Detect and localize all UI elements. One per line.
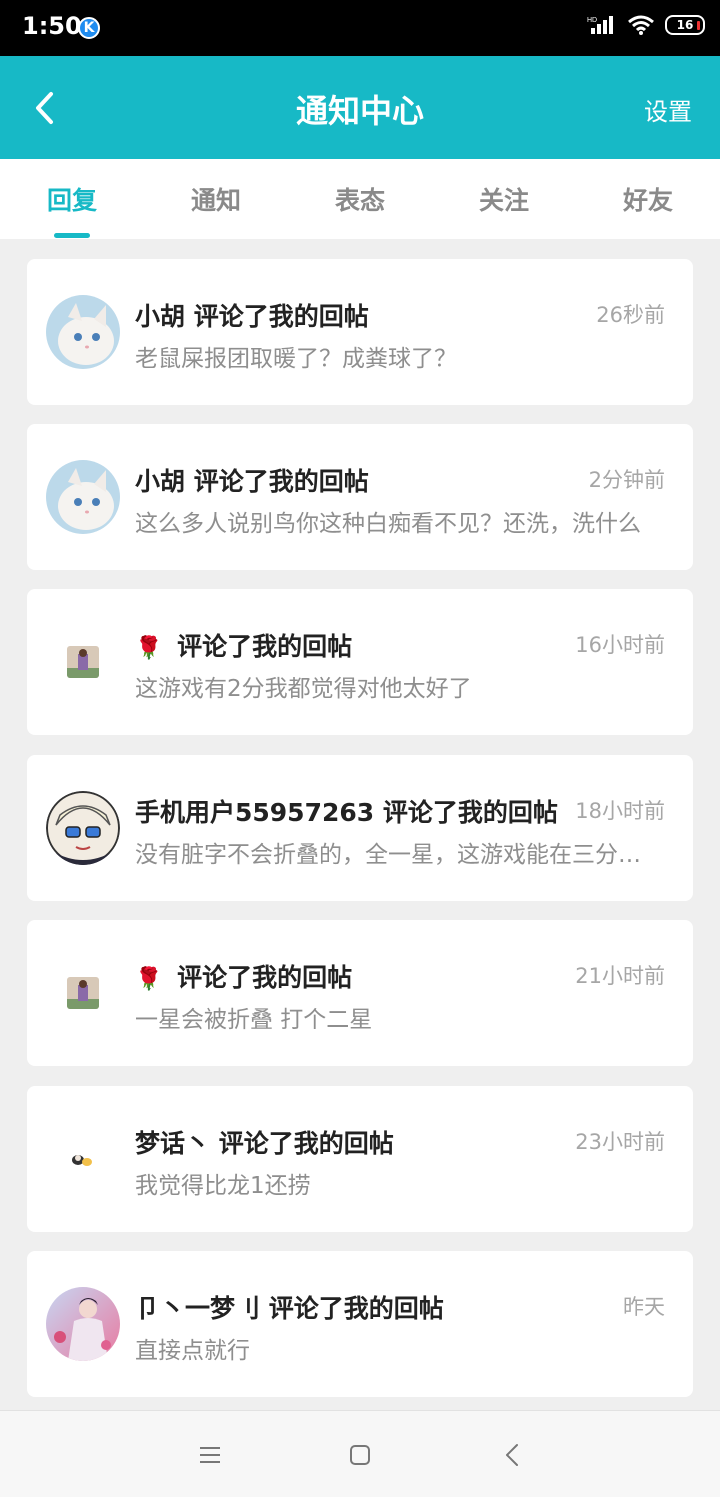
notification-time: 26秒前 (596, 303, 665, 327)
tab-friends[interactable]: 好友 (576, 181, 720, 217)
notification-card[interactable]: 🌹 评论了我的回帖 16小时前 这游戏有2分我都觉得对他太好了 (27, 589, 693, 735)
notification-time: 21小时前 (575, 964, 665, 988)
notification-action: 评论了我的回帖 (268, 1294, 444, 1323)
notification-headline: 🌹 评论了我的回帖 (135, 627, 352, 663)
settings-button[interactable]: 设置 (644, 92, 692, 127)
notification-headline: 梦话丶 评论了我的回帖 (135, 1124, 394, 1160)
home-square-icon (350, 1445, 370, 1465)
comment-preview: 我觉得比龙1还捞 (135, 1173, 311, 1199)
notification-action: 评论了我的回帖 (382, 798, 558, 827)
notification-card[interactable]: 小胡 评论了我的回帖 2分钟前 这么多人说别鸟你这种白痴看不见？还洗，洗什么 (27, 424, 693, 570)
notification-action: 评论了我的回帖 (177, 632, 353, 661)
wifi-icon (628, 15, 654, 35)
comment-preview: 这么多人说别鸟你这种白痴看不见？还洗，洗什么 (135, 511, 641, 537)
notification-headline: 🌹 评论了我的回帖 (135, 958, 352, 994)
page-title: 通知中心 (295, 92, 424, 130)
notification-action: 评论了我的回帖 (193, 302, 369, 331)
username[interactable]: 小胡 (135, 302, 185, 331)
app-notification-icon: K (78, 17, 100, 39)
menu-icon (200, 1447, 220, 1463)
notification-card[interactable]: 小胡 评论了我的回帖 26秒前 老鼠屎报团取暖了？成粪球了？ (27, 259, 693, 405)
username[interactable]: 🌹 (135, 636, 162, 661)
tab-reactions[interactable]: 表态 (288, 181, 432, 217)
avatar[interactable] (46, 460, 120, 534)
app-header: 通知中心 设置 (0, 56, 720, 159)
notification-headline: 手机用户55957263 评论了我的回帖 (135, 793, 558, 829)
username[interactable]: 小胡 (135, 467, 185, 496)
avatar[interactable] (46, 1287, 120, 1361)
username[interactable]: 卩丶一梦刂 (135, 1294, 260, 1323)
menu-button[interactable] (190, 1437, 230, 1473)
svg-text:HD: HD (587, 17, 597, 24)
notification-card[interactable]: 🌹 评论了我的回帖 21小时前 一星会被折叠 打个二星 (27, 920, 693, 1066)
notification-card[interactable]: 手机用户55957263 评论了我的回帖 18小时前 没有脏字不会折叠的，全一星… (27, 755, 693, 901)
comment-preview: 没有脏字不会折叠的，全一星，这游戏能在三分以上 (135, 842, 655, 868)
notification-time: 18小时前 (575, 799, 665, 823)
username[interactable]: 手机用户55957263 (135, 798, 374, 827)
active-tab-indicator (54, 233, 90, 238)
comment-preview: 老鼠屎报团取暖了？成粪球了？ (135, 346, 457, 372)
notification-card[interactable]: 梦话丶 评论了我的回帖 23小时前 我觉得比龙1还捞 (27, 1086, 693, 1232)
status-indicators: HD 16 (587, 14, 705, 36)
notification-headline: 小胡 评论了我的回帖 (135, 297, 369, 333)
avatar[interactable] (67, 646, 99, 678)
notification-time: 2分钟前 (588, 468, 665, 492)
username[interactable]: 🌹 (135, 967, 162, 992)
signal-icon: HD (587, 16, 613, 34)
comment-preview: 直接点就行 (135, 1338, 250, 1364)
username[interactable]: 梦话丶 (135, 1129, 210, 1158)
avatar[interactable] (67, 977, 99, 1009)
notification-time: 23小时前 (575, 1130, 665, 1154)
system-navigation-bar (0, 1410, 720, 1497)
notification-action: 评论了我的回帖 (193, 467, 369, 496)
comment-preview: 一星会被折叠 打个二星 (135, 1007, 373, 1033)
notification-headline: 卩丶一梦刂 评论了我的回帖 (135, 1289, 444, 1325)
notification-card[interactable]: 卩丶一梦刂 评论了我的回帖 昨天 直接点就行 (27, 1251, 693, 1397)
avatar[interactable] (46, 791, 120, 865)
status-bar: 1:50 K HD 16 (0, 0, 720, 56)
status-time: 1:50 (22, 12, 82, 40)
notification-headline: 小胡 评论了我的回帖 (135, 462, 369, 498)
avatar[interactable] (71, 1148, 93, 1168)
tab-reply[interactable]: 回复 (0, 181, 144, 217)
notification-time: 16小时前 (575, 633, 665, 657)
tab-notice[interactable]: 通知 (144, 181, 288, 217)
notification-action: 评论了我的回帖 (177, 963, 353, 992)
tab-bar: 回复 通知 表态 关注 好友 (0, 159, 720, 239)
comment-preview: 这游戏有2分我都觉得对他太好了 (135, 676, 472, 702)
battery-indicator: 16 (665, 15, 705, 35)
avatar[interactable] (46, 295, 120, 369)
notification-action: 评论了我的回帖 (218, 1129, 394, 1158)
back-nav-button[interactable] (492, 1437, 532, 1473)
back-triangle-icon (506, 1444, 518, 1466)
home-button[interactable] (340, 1437, 380, 1473)
tab-follow[interactable]: 关注 (432, 181, 576, 217)
notification-time: 昨天 (623, 1295, 665, 1319)
